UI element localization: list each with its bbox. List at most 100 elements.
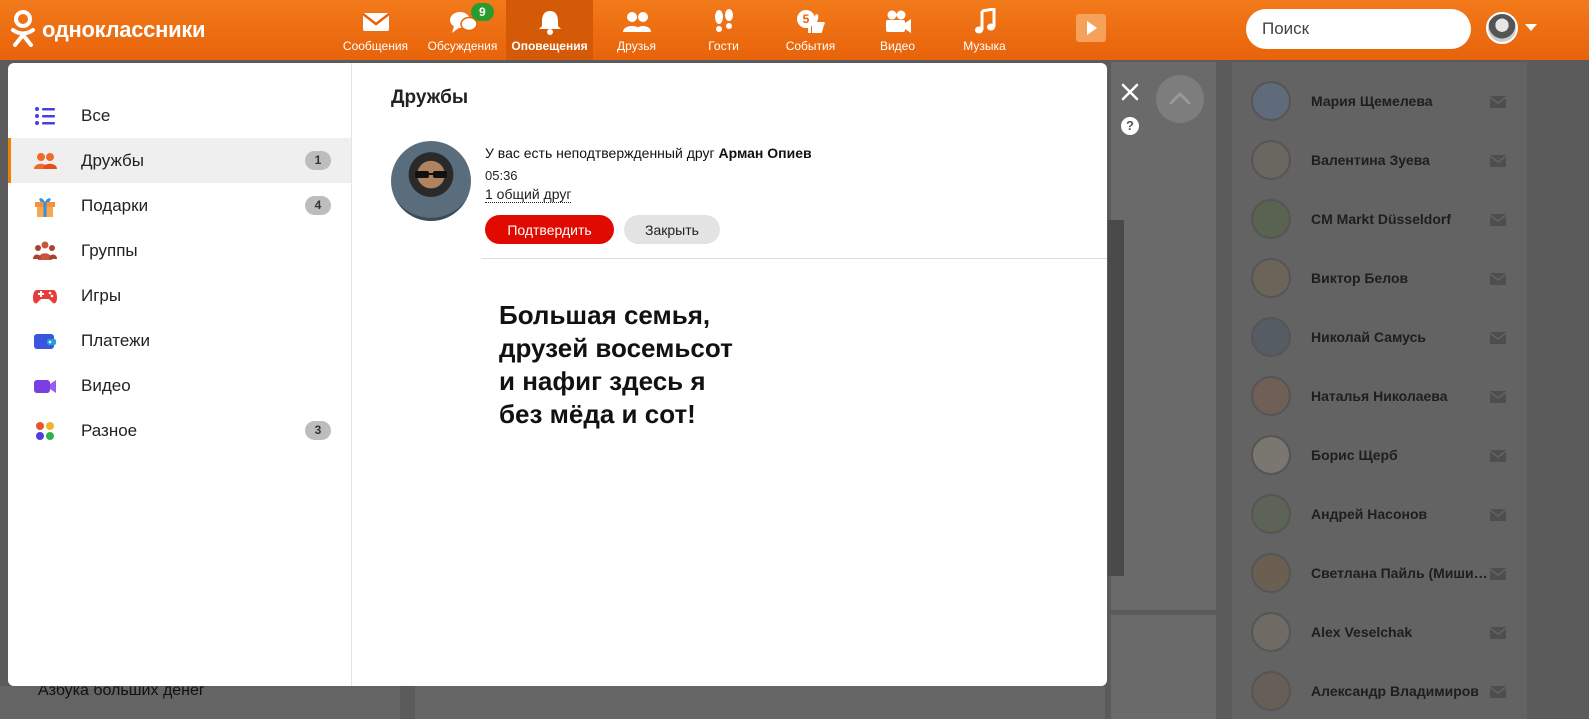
avatar[interactable] bbox=[1251, 198, 1291, 239]
notifications-modal: Все Дружбы 1 Подарки 4 Группы Игры Плате… bbox=[8, 63, 1107, 686]
friend-row[interactable]: Николай Самусь bbox=[1232, 307, 1527, 366]
friend-name[interactable]: Alex Veselchak bbox=[1311, 624, 1493, 640]
friend-row[interactable]: Валентина Зуева bbox=[1232, 130, 1527, 189]
friend-name[interactable]: Валентина Зуева bbox=[1311, 152, 1493, 168]
envelope-icon[interactable] bbox=[1489, 154, 1507, 167]
search-box[interactable] bbox=[1246, 9, 1483, 49]
poem-line: без мёда и сот! bbox=[499, 399, 696, 429]
sidebar-item-friendships[interactable]: Дружбы 1 bbox=[8, 138, 351, 183]
nav-label: Оповещения bbox=[511, 39, 588, 53]
music-play-button[interactable] bbox=[1076, 14, 1106, 42]
nav-video[interactable]: Видео bbox=[854, 0, 941, 60]
friend-name[interactable]: Наталья Николаева bbox=[1311, 388, 1493, 404]
section-title: Дружбы bbox=[391, 87, 469, 108]
friend-row[interactable]: Александр Владимиров bbox=[1232, 661, 1527, 719]
nav-notifications[interactable]: Оповещения bbox=[506, 0, 593, 60]
notification-prefix: У вас есть неподтвержденный друг bbox=[485, 145, 719, 161]
friend-name[interactable]: Виктор Белов bbox=[1311, 270, 1493, 286]
friend-name[interactable]: Мария Щемелева bbox=[1311, 93, 1493, 109]
friend-avatar[interactable] bbox=[391, 141, 471, 221]
scroll-up-button[interactable] bbox=[1156, 75, 1204, 123]
nav-badge: 5 bbox=[797, 10, 815, 28]
list-icon bbox=[32, 103, 58, 129]
friend-name[interactable]: Николай Самусь bbox=[1311, 329, 1493, 345]
notification-time: 05:36 bbox=[485, 168, 518, 183]
friend-row[interactable]: CM Markt Düsseldorf bbox=[1232, 189, 1527, 248]
nav-events[interactable]: 5 События bbox=[767, 0, 854, 60]
ok-logo[interactable]: одноклассники bbox=[10, 10, 206, 50]
friend-row[interactable]: Андрей Насонов bbox=[1232, 484, 1527, 543]
avatar[interactable] bbox=[1251, 80, 1291, 121]
divider bbox=[481, 258, 1107, 259]
nav-messages[interactable]: Сообщения bbox=[332, 0, 419, 60]
friend-row[interactable]: Борис Щерб bbox=[1232, 425, 1527, 484]
avatar[interactable] bbox=[1251, 493, 1291, 534]
sidebar-item-games[interactable]: Игры bbox=[8, 273, 351, 318]
online-friends-panel: Мария Щемелева Валентина Зуева CM Markt … bbox=[1232, 62, 1527, 719]
friend-name[interactable]: CM Markt Düsseldorf bbox=[1311, 211, 1493, 227]
avatar[interactable] bbox=[1251, 375, 1291, 416]
sidebar-item-all[interactable]: Все bbox=[8, 93, 351, 138]
friend-row[interactable]: Виктор Белов bbox=[1232, 248, 1527, 307]
avatar[interactable] bbox=[1251, 434, 1291, 475]
chevron-down-icon[interactable] bbox=[1525, 24, 1537, 31]
nav-label: Гости bbox=[708, 39, 739, 53]
envelope-icon[interactable] bbox=[1489, 272, 1507, 285]
avatar[interactable] bbox=[1251, 670, 1291, 711]
friend-row[interactable]: Мария Щемелева bbox=[1232, 71, 1527, 130]
envelope-icon[interactable] bbox=[1489, 508, 1507, 521]
avatar[interactable] bbox=[1251, 552, 1291, 593]
nav-label: Друзья bbox=[617, 39, 656, 53]
nav-music[interactable]: Музыка bbox=[941, 0, 1028, 60]
friend-row[interactable]: Светлана Пайль (Мишина) bbox=[1232, 543, 1527, 602]
count-badge: 1 bbox=[305, 151, 331, 170]
friend-row[interactable]: Alex Veselchak bbox=[1232, 602, 1527, 661]
mutual-friends-link[interactable]: 1 общий друг bbox=[485, 186, 572, 203]
sidebar-item-gifts[interactable]: Подарки 4 bbox=[8, 183, 351, 228]
close-icon[interactable] bbox=[1120, 82, 1140, 102]
envelope-icon[interactable] bbox=[1489, 213, 1507, 226]
friend-name[interactable]: Андрей Насонов bbox=[1311, 506, 1493, 522]
sidebar-item-payments[interactable]: Платежи bbox=[8, 318, 351, 363]
music-note-icon bbox=[970, 7, 1000, 36]
friend-name[interactable]: Светлана Пайль (Мишина) bbox=[1311, 565, 1493, 581]
sidebar-item-video[interactable]: Видео bbox=[8, 363, 351, 408]
friend-name[interactable]: Александр Владимиров bbox=[1311, 683, 1493, 699]
avatar[interactable] bbox=[1251, 257, 1291, 298]
video-camera-icon bbox=[883, 8, 913, 36]
envelope-icon[interactable] bbox=[1489, 685, 1507, 698]
notification-text: У вас есть неподтвержденный друг Арман О… bbox=[485, 145, 812, 161]
envelope-icon[interactable] bbox=[1489, 626, 1507, 639]
avatar[interactable] bbox=[1251, 139, 1291, 180]
friend-name-link[interactable]: Арман Опиев bbox=[718, 145, 811, 161]
count-badge: 3 bbox=[305, 421, 331, 440]
envelope-icon[interactable] bbox=[1489, 331, 1507, 344]
notifications-sidebar: Все Дружбы 1 Подарки 4 Группы Игры Плате… bbox=[8, 63, 352, 686]
confirm-button[interactable]: Подтвердить bbox=[485, 215, 614, 244]
envelope-icon[interactable] bbox=[1489, 95, 1507, 108]
wallet-icon bbox=[32, 328, 58, 354]
friend-row[interactable]: Наталья Николаева bbox=[1232, 366, 1527, 425]
sidebar-item-groups[interactable]: Группы bbox=[8, 228, 351, 273]
nav-guests[interactable]: Гости bbox=[680, 0, 767, 60]
envelope-icon[interactable] bbox=[1489, 567, 1507, 580]
sidebar-item-misc[interactable]: Разное 3 bbox=[8, 408, 351, 453]
sidebar-item-label: Видео bbox=[81, 375, 131, 395]
chevron-up-icon bbox=[1169, 91, 1191, 105]
envelope-icon[interactable] bbox=[1489, 390, 1507, 403]
top-bar: одноклассники Сообщения 9 Обсуждения Опо… bbox=[0, 0, 1589, 60]
dismiss-button[interactable]: Закрыть bbox=[624, 215, 720, 244]
user-avatar[interactable] bbox=[1486, 12, 1518, 44]
nav-friends[interactable]: Друзья bbox=[593, 0, 680, 60]
friend-name[interactable]: Борис Щерб bbox=[1311, 447, 1493, 463]
envelope-icon[interactable] bbox=[1489, 449, 1507, 462]
video-icon bbox=[32, 373, 58, 399]
nav-discussions[interactable]: 9 Обсуждения bbox=[419, 0, 506, 60]
footprints-icon bbox=[709, 8, 739, 36]
search-input[interactable] bbox=[1262, 19, 1483, 39]
poem-line: друзей восемьсот bbox=[499, 333, 733, 363]
avatar[interactable] bbox=[1251, 316, 1291, 357]
avatar[interactable] bbox=[1251, 611, 1291, 652]
help-icon[interactable]: ? bbox=[1121, 117, 1139, 135]
groups-icon bbox=[32, 238, 58, 264]
